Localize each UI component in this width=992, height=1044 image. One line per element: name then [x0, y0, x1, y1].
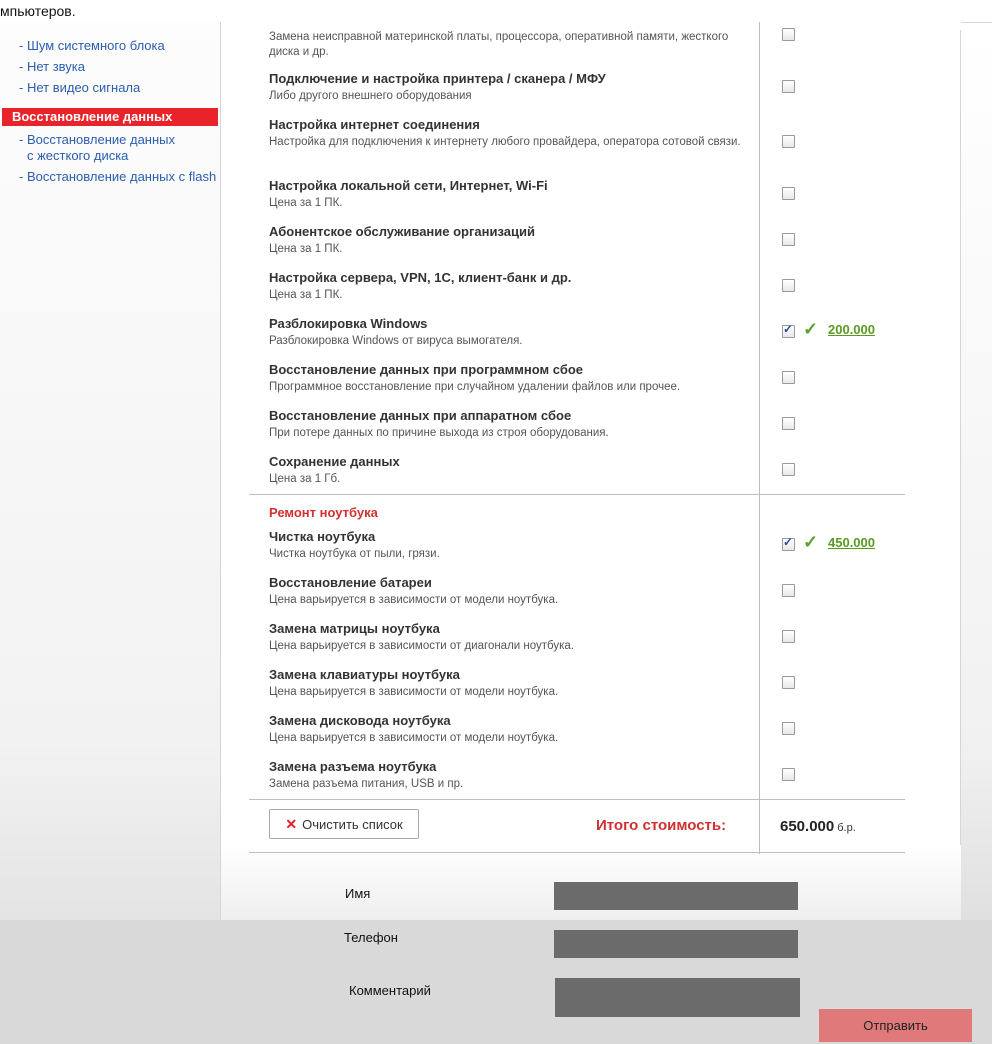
service-item: Настройка интернет соединения Настройка …: [269, 117, 749, 150]
service-desc: Цена варьируется в зависимости от модели…: [269, 732, 559, 744]
service-title: Сохранение данных: [269, 454, 400, 469]
service-item: Замена разъема ноутбука Замена разъема п…: [269, 759, 749, 792]
clear-list-label: Очистить список: [302, 816, 403, 832]
service-item: Разблокировка Windows Разблокировка Wind…: [269, 316, 749, 349]
total-unit: б.р.: [837, 822, 856, 834]
service-desc: Цена за 1 ПК.: [269, 197, 343, 209]
service-item: Замена дисковода ноутбука Цена варьирует…: [269, 713, 749, 746]
service-desc: Цена варьируется в зависимости от модели…: [269, 594, 559, 606]
sidebar-link-flash-recovery[interactable]: - Восстановление данных с flash: [19, 169, 216, 185]
service-title: Настройка сервера, VPN, 1С, клиент-банк …: [269, 270, 572, 285]
total-amount: 650.000: [780, 818, 835, 835]
service-item: Замена клавиатуры ноутбука Цена варьируе…: [269, 667, 749, 700]
service-price[interactable]: 450.000: [828, 535, 875, 551]
service-price[interactable]: 200.000: [828, 322, 875, 338]
service-title: Подключение и настройка принтера / скане…: [269, 71, 606, 86]
right-margin: [960, 30, 992, 920]
service-title: Замена разъема ноутбука: [269, 759, 437, 774]
service-title: Замена дисковода ноутбука: [269, 713, 451, 728]
service-checkbox[interactable]: [782, 584, 795, 597]
checkmark-icon: ✓: [803, 319, 819, 339]
service-item: Подключение и настройка принтера / скане…: [269, 71, 749, 104]
service-desc: Цена варьируется в зависимости от модели…: [269, 686, 559, 698]
totals-divider-top: [249, 799, 905, 800]
service-checkbox[interactable]: [782, 80, 795, 93]
total-value: 650.000 б.р.: [780, 818, 856, 835]
service-desc: При потере данных по причине выхода из с…: [269, 427, 609, 439]
service-title: Замена матрицы ноутбука: [269, 621, 440, 636]
service-checkbox[interactable]: [782, 417, 795, 430]
comment-label: Комментарий: [349, 983, 431, 998]
service-desc: Цена варьируется в зависимости от диагон…: [269, 640, 575, 652]
service-checkbox[interactable]: [782, 135, 795, 148]
service-title: Настройка локальной сети, Интернет, Wi-F…: [269, 178, 548, 193]
service-checkbox[interactable]: [782, 630, 795, 643]
sidebar: - Шум системного блока - Нет звука - Нет…: [0, 22, 221, 920]
service-item: Сохранение данных Цена за 1 Гб.: [269, 454, 749, 487]
service-desc: Цена за 1 ПК.: [269, 289, 343, 301]
service-checkbox[interactable]: [782, 233, 795, 246]
page-intro-fragment: мпьютеров.: [0, 3, 76, 19]
sidebar-link-label: - Восстановление данных: [19, 132, 176, 147]
service-checkbox[interactable]: [782, 768, 795, 781]
service-desc: Замена разъема питания, USB и пр.: [269, 778, 464, 790]
checkmark-icon: ✓: [803, 532, 819, 552]
submit-label: Отправить: [863, 1018, 928, 1033]
service-desc: Замена неисправной материнской платы, пр…: [269, 31, 729, 58]
service-item: Чистка ноутбука Чистка ноутбука от пыли,…: [269, 529, 749, 562]
sidebar-link-no-sound[interactable]: - Нет звука: [19, 59, 85, 75]
service-item: Восстановление батареи Цена варьируется …: [269, 575, 749, 608]
service-desc: Разблокировка Windows от вируса вымогате…: [269, 335, 523, 347]
submit-button[interactable]: Отправить: [819, 1009, 972, 1042]
service-desc: Чистка ноутбука от пыли, грязи.: [269, 548, 440, 560]
service-item: Восстановление данных при аппаратном сбо…: [269, 408, 749, 441]
total-label: Итого стоимость:: [596, 817, 727, 834]
service-item: Настройка локальной сети, Интернет, Wi-F…: [269, 178, 749, 211]
comment-textarea[interactable]: [555, 978, 800, 1017]
service-desc: Цена за 1 Гб.: [269, 473, 341, 485]
service-checkbox[interactable]: [782, 187, 795, 200]
phone-input[interactable]: [554, 930, 798, 958]
service-desc: Либо другого внешнего оборудования: [269, 90, 472, 102]
service-checkbox[interactable]: [782, 463, 795, 476]
section-divider: [249, 494, 905, 495]
service-item: Замена неисправной материнской платы, пр…: [269, 28, 749, 60]
service-title: Настройка интернет соединения: [269, 117, 480, 132]
service-checkbox[interactable]: [782, 279, 795, 292]
service-checkbox[interactable]: [782, 722, 795, 735]
service-desc: Настройка для подключения к интернету лю…: [269, 136, 741, 148]
service-desc: Программное восстановление при случайном…: [269, 381, 681, 393]
service-item: Настройка сервера, VPN, 1С, клиент-банк …: [269, 270, 749, 303]
service-title: Разблокировка Windows: [269, 316, 428, 331]
service-title: Восстановление данных при аппаратном сбо…: [269, 408, 572, 423]
service-checkbox[interactable]: [782, 28, 795, 41]
column-divider: [759, 22, 760, 854]
sidebar-section-data-recovery[interactable]: Восстановление данных: [2, 108, 218, 126]
service-checkbox[interactable]: [782, 371, 795, 384]
service-checkbox-checked[interactable]: [782, 322, 795, 338]
close-icon: ✕: [285, 815, 298, 832]
service-desc: Цена за 1 ПК.: [269, 243, 343, 255]
totals-divider-bottom: [249, 852, 905, 853]
service-title: Замена клавиатуры ноутбука: [269, 667, 460, 682]
service-checkbox-checked[interactable]: [782, 535, 795, 551]
service-title: Восстановление данных при программном сб…: [269, 362, 584, 377]
clear-list-button[interactable]: ✕ Очистить список: [269, 809, 419, 839]
service-title: Абонентское обслуживание организаций: [269, 224, 535, 239]
sidebar-link-no-video[interactable]: - Нет видео сигнала: [19, 80, 140, 96]
name-label: Имя: [345, 886, 371, 901]
sidebar-link-hdd-recovery[interactable]: - Восстановление данных с жесткого диска: [19, 132, 175, 164]
sidebar-link-noise[interactable]: - Шум системного блока: [19, 38, 165, 54]
sidebar-link-label-2: с жесткого диска: [27, 148, 129, 163]
service-item: Абонентское обслуживание организаций Цен…: [269, 224, 749, 257]
service-item: Замена матрицы ноутбука Цена варьируется…: [269, 621, 749, 654]
name-input[interactable]: [554, 882, 798, 910]
service-item: Восстановление данных при программном сб…: [269, 362, 749, 395]
section-title-laptop: Ремонт ноутбука: [269, 505, 378, 520]
service-title: Восстановление батареи: [269, 575, 432, 590]
service-title: Чистка ноутбука: [269, 529, 376, 544]
phone-label: Телефон: [344, 930, 398, 945]
service-checkbox[interactable]: [782, 676, 795, 689]
